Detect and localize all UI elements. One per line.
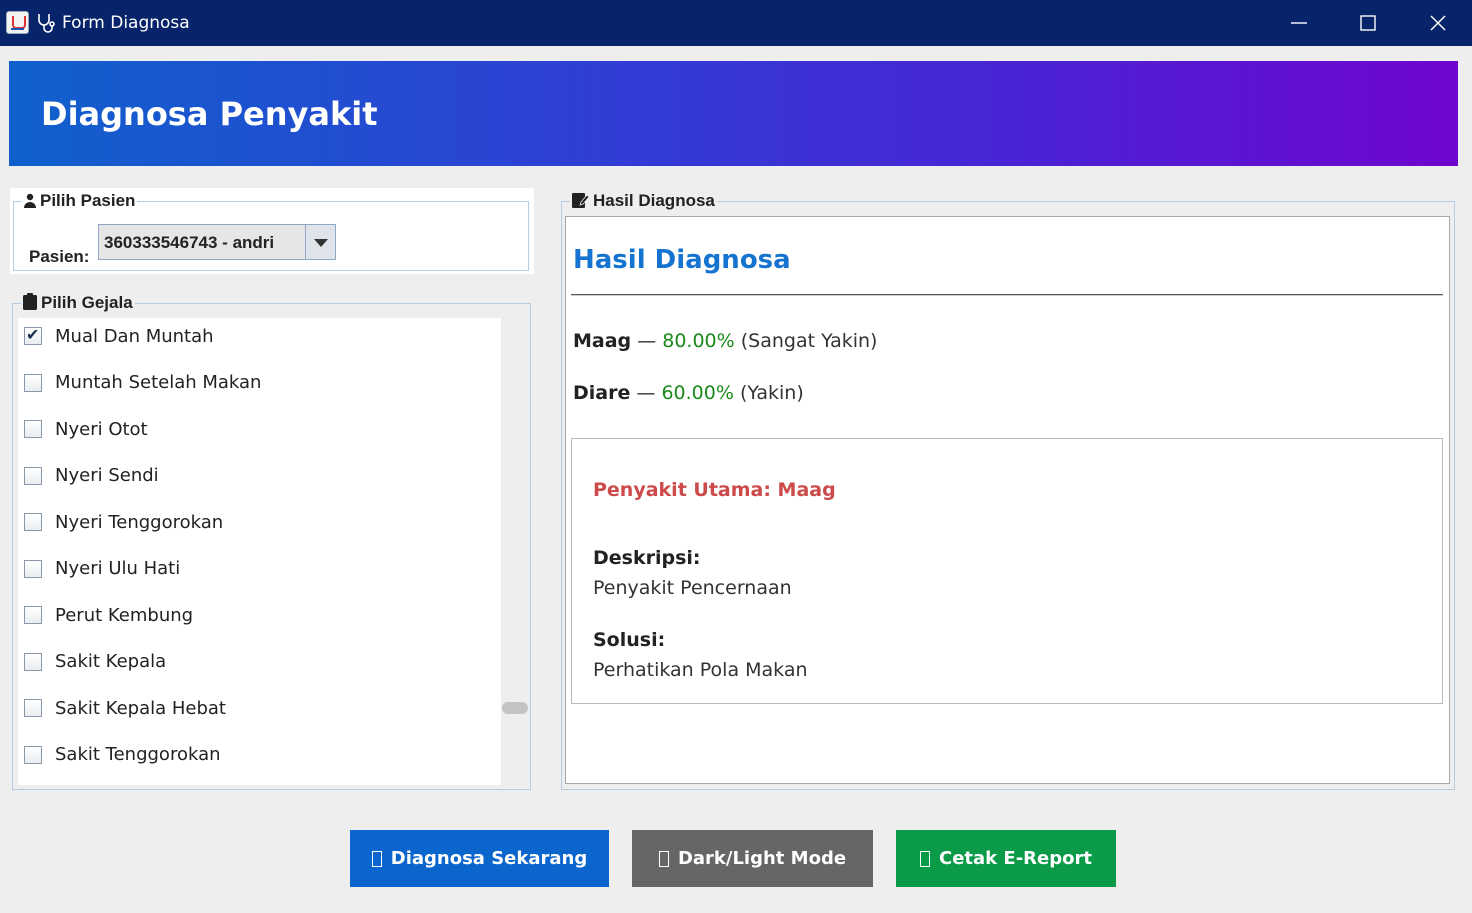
maximize-button[interactable] xyxy=(1333,0,1403,46)
result-separator: — xyxy=(631,330,663,352)
gejala-group-title: Pilih Gejala xyxy=(21,293,135,313)
pasien-select[interactable]: 360333546743 - andri xyxy=(98,224,336,260)
result-line: Diare — 60.00% (Yakin) xyxy=(573,382,804,404)
checkbox[interactable] xyxy=(24,559,42,578)
gejala-label: Sakit Kepala xyxy=(55,651,167,672)
gejala-label: Nyeri Sendi xyxy=(55,465,159,486)
checkbox[interactable] xyxy=(24,745,42,764)
minimize-button[interactable] xyxy=(1264,0,1334,46)
gejala-checkbox-item[interactable]: Mual Dan Muntah xyxy=(24,321,214,351)
divider xyxy=(571,294,1443,296)
gejala-group: Pilih Gejala Mual Dan Muntah Muntah Setel… xyxy=(12,293,531,790)
result-level: (Yakin) xyxy=(733,382,804,404)
result-line: Maag — 80.00% (Sangat Yakin) xyxy=(573,330,877,352)
stethoscope-icon xyxy=(38,14,55,33)
gejala-list[interactable]: Mual Dan Muntah Muntah Setelah Makan Nyeri… xyxy=(18,318,501,785)
pasien-select-value: 360333546743 - andri xyxy=(104,233,275,252)
result-separator: — xyxy=(630,382,662,404)
mode-button-label: Dark/Light Mode xyxy=(677,848,847,869)
person-icon xyxy=(24,193,36,208)
detail-box: Penyakit Utama: Maag Deskripsi: Penyakit… xyxy=(571,438,1443,704)
hasil-group: Hasil Diagnosa Hasil Diagnosa Maag — 80.… xyxy=(561,191,1455,790)
header-banner: Diagnosa Penyakit xyxy=(9,61,1458,166)
deskripsi-label: Deskripsi: xyxy=(593,547,701,569)
result-percent: 80.00% xyxy=(662,330,735,352)
gejala-label: Sakit Tenggorokan xyxy=(55,744,221,765)
placeholder-glyph-icon xyxy=(658,850,669,867)
hasil-group-title: Hasil Diagnosa xyxy=(570,191,717,211)
deskripsi-value: Penyakit Pencernaan xyxy=(593,577,792,599)
gejala-checkbox-item[interactable]: Sakit Kepala Hebat xyxy=(24,693,226,723)
penyakit-utama: Penyakit Utama: Maag xyxy=(593,479,836,501)
cetak-report-button[interactable]: Cetak E-Report xyxy=(896,830,1116,887)
gejala-label: Nyeri Tenggorokan xyxy=(55,511,224,533)
gejala-checkbox-item[interactable]: Sakit Tenggorokan xyxy=(24,740,221,770)
window-title: Form Diagnosa xyxy=(62,13,190,33)
notepad-icon xyxy=(572,193,589,208)
checkbox[interactable] xyxy=(24,373,42,392)
result-name: Diare xyxy=(573,382,631,404)
java-app-icon xyxy=(6,11,29,34)
close-button[interactable] xyxy=(1403,0,1472,46)
page-title: Diagnosa Penyakit xyxy=(41,95,378,133)
solusi-value: Perhatikan Pola Makan xyxy=(593,659,808,681)
pasien-group-title: Pilih Pasien xyxy=(22,191,138,211)
pasien-label: Pasien: xyxy=(29,247,90,266)
minimize-icon xyxy=(1291,22,1307,24)
checkbox[interactable] xyxy=(24,513,42,531)
gejala-group-label: Pilih Gejala xyxy=(41,293,133,312)
diagnosa-button[interactable]: Diagnosa Sekarang xyxy=(350,830,609,887)
diagnosa-button-label: Diagnosa Sekarang xyxy=(390,848,588,869)
result-percent: 60.00% xyxy=(661,382,734,404)
result-level: (Sangat Yakin) xyxy=(734,330,878,352)
checkbox[interactable] xyxy=(24,652,42,671)
title-bar: Form Diagnosa xyxy=(0,0,1472,46)
gejala-checkbox-item[interactable]: Nyeri Ulu Hati xyxy=(24,554,180,584)
checkbox[interactable] xyxy=(24,699,42,717)
gejala-label: Sakit Kepala Hebat xyxy=(55,697,226,719)
hasil-panel: Hasil Diagnosa Maag — 80.00% (Sangat Yak… xyxy=(565,216,1450,784)
scrollbar-thumb[interactable] xyxy=(502,702,528,714)
close-icon xyxy=(1430,15,1446,31)
checkbox[interactable] xyxy=(24,325,42,345)
gejala-label: Nyeri Ulu Hati xyxy=(55,558,181,579)
result-name: Maag xyxy=(573,330,632,352)
gejala-checkbox-item[interactable]: Nyeri Sendi xyxy=(24,461,159,491)
gejala-checkbox-item[interactable]: Sakit Kepala xyxy=(24,647,166,677)
gejala-checkbox-item[interactable]: Nyeri Tenggorokan xyxy=(24,507,223,537)
clipboard-icon xyxy=(23,293,37,310)
gejala-label: Nyeri Otot xyxy=(55,418,148,440)
checkbox[interactable] xyxy=(24,606,42,624)
chevron-down-icon[interactable] xyxy=(305,225,335,259)
checkbox[interactable] xyxy=(24,420,42,438)
gejala-checkbox-item[interactable]: Perut Kembung xyxy=(24,600,193,630)
gejala-label: Perut Kembung xyxy=(55,604,194,626)
placeholder-glyph-icon xyxy=(371,850,382,867)
cetak-button-label: Cetak E-Report xyxy=(939,848,1092,869)
pasien-group-label: Pilih Pasien xyxy=(40,191,136,210)
dark-light-mode-button[interactable]: Dark/Light Mode xyxy=(632,830,873,887)
solusi-label: Solusi: xyxy=(593,629,666,651)
gejala-checkbox-item[interactable]: Nyeri Otot xyxy=(24,414,148,444)
hasil-heading: Hasil Diagnosa xyxy=(573,245,791,275)
maximize-icon xyxy=(1360,15,1376,31)
gejala-label: Mual Dan Muntah xyxy=(55,325,214,347)
placeholder-glyph-icon xyxy=(920,850,930,867)
gejala-label: Muntah Setelah Makan xyxy=(55,372,262,393)
hasil-group-label: Hasil Diagnosa xyxy=(593,191,715,210)
gejala-checkbox-item[interactable]: Muntah Setelah Makan xyxy=(24,368,261,398)
checkbox[interactable] xyxy=(24,466,42,485)
